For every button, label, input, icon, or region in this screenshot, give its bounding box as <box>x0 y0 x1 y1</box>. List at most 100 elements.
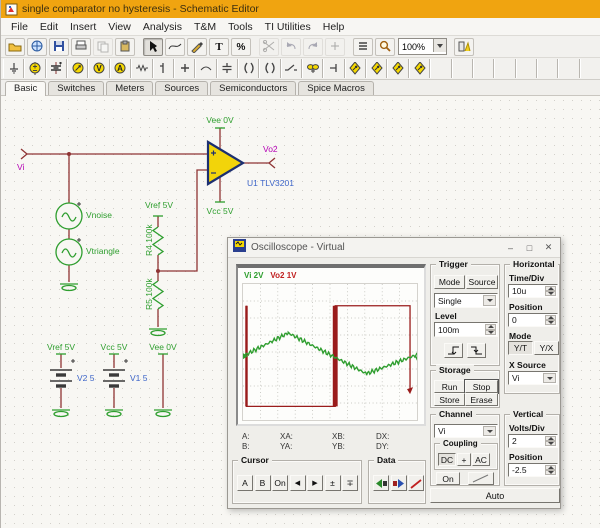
export-data-button[interactable] <box>391 475 407 491</box>
component-signal-meter-button[interactable] <box>409 59 430 78</box>
component-voltage-pin-meter-button[interactable] <box>345 59 366 78</box>
component-list-button[interactable] <box>353 38 373 56</box>
v-position-input[interactable]: -2.5 <box>508 463 558 477</box>
minimize-button[interactable]: – <box>503 241 518 255</box>
storage-stop-button[interactable]: Stop <box>465 380 498 393</box>
mode-yt-button[interactable]: Y/T <box>508 341 533 355</box>
trigger-mode-button[interactable]: Mode <box>434 275 465 289</box>
voltsdiv-input[interactable]: 2 <box>508 434 558 448</box>
trigger-mode-select[interactable]: Single <box>434 293 498 308</box>
readout-YB: YB: <box>332 442 345 451</box>
cursor-b-button[interactable]: B <box>255 475 271 491</box>
curve-button[interactable] <box>408 475 424 491</box>
tab-switches[interactable]: Switches <box>48 81 104 95</box>
menu-file[interactable]: File <box>5 20 34 34</box>
curve-icon <box>409 478 423 489</box>
menu-t-m[interactable]: T&M <box>188 20 222 34</box>
save-button[interactable] <box>49 38 69 56</box>
component-current-pin-meter-button[interactable] <box>366 59 387 78</box>
component-voltage-generator-button[interactable]: V <box>88 59 109 78</box>
storage-store-button[interactable]: Store <box>434 393 465 406</box>
component-current-generator-button[interactable]: A <box>110 59 131 78</box>
component-switch-button[interactable] <box>281 59 302 78</box>
channel-slope-button[interactable] <box>468 472 494 485</box>
zoom-tool-button[interactable] <box>375 38 395 56</box>
oscilloscope-titlebar[interactable]: Oscilloscope - Virtual – □ ✕ <box>228 238 560 258</box>
schematic-canvas[interactable]: Vi Vnoise Vtriangle Vref 5V R4 100k R5 1… <box>1 96 600 528</box>
cursor-a-button[interactable]: A <box>237 475 253 491</box>
component-node-button[interactable] <box>174 59 195 78</box>
menu-view[interactable]: View <box>102 20 137 34</box>
net-label-vee-bat: Vee 0V <box>142 342 184 352</box>
menu-tools[interactable]: Tools <box>222 20 259 34</box>
cursor-lock-button[interactable]: ∓ <box>342 475 358 491</box>
print-button[interactable] <box>71 38 91 56</box>
component-capacitor-button[interactable] <box>217 59 238 78</box>
trigger-level-input[interactable]: 100m <box>434 322 498 337</box>
meter-needle-icon <box>71 62 85 75</box>
cursor-prev-button[interactable]: ◀ <box>290 475 306 491</box>
coupling-ac-button[interactable]: AC <box>472 453 490 466</box>
tab-spice-macros[interactable]: Spice Macros <box>298 81 374 95</box>
component-current-source-button[interactable] <box>67 59 88 78</box>
tab-semiconductors[interactable]: Semiconductors <box>210 81 296 95</box>
zoom-dropdown-arrow[interactable] <box>433 39 446 52</box>
mode-yx-button[interactable]: Y/X <box>534 341 559 355</box>
maximize-button[interactable]: □ <box>522 241 537 255</box>
coupling-dc-button[interactable]: DC <box>438 453 456 466</box>
trigger-source-button[interactable]: Source <box>466 275 498 289</box>
v-position-label: Position <box>509 452 543 462</box>
trigger-falling-edge-button[interactable] <box>467 343 486 358</box>
menu-ti-utilities[interactable]: TI Utilities <box>259 20 317 34</box>
svg-text:A: A <box>118 64 124 73</box>
tab-sources[interactable]: Sources <box>155 81 208 95</box>
component-transformer-button[interactable] <box>238 59 259 78</box>
select-mode-button[interactable] <box>143 38 163 56</box>
channel-on-button[interactable]: On <box>436 472 460 485</box>
paste-button[interactable] <box>115 38 135 56</box>
close-button[interactable]: ✕ <box>541 241 556 255</box>
text-tool-button[interactable]: T <box>209 38 229 56</box>
component-inductor-button[interactable] <box>259 59 280 78</box>
xsource-select[interactable]: Vi <box>508 371 558 385</box>
wire-tool-button[interactable] <box>165 38 185 56</box>
component-voltage-source-button[interactable] <box>24 59 45 78</box>
coupling-gnd-button[interactable]: + <box>457 453 471 466</box>
h-position-input[interactable]: 0 <box>508 313 558 327</box>
timediv-input[interactable]: 10u <box>508 284 558 298</box>
component-terminal-button[interactable] <box>323 59 344 78</box>
open-button[interactable] <box>5 38 25 56</box>
storage-erase-button[interactable]: Erase <box>465 393 498 406</box>
tab-basic[interactable]: Basic <box>5 81 46 96</box>
draw-tool-button[interactable] <box>187 38 207 56</box>
menu-analysis[interactable]: Analysis <box>137 20 188 34</box>
menu-insert[interactable]: Insert <box>64 20 102 34</box>
zoom-level-select[interactable]: 100% <box>398 38 447 55</box>
web-library-button[interactable] <box>27 38 47 56</box>
trigger-rising-edge-button[interactable] <box>444 343 463 358</box>
rising-edge-icon <box>447 345 461 356</box>
interactive-mode-button[interactable] <box>454 38 474 56</box>
src-circle-icon <box>28 62 42 75</box>
component-probe-button[interactable] <box>153 59 174 78</box>
tab-meters[interactable]: Meters <box>106 81 153 95</box>
component-power-meter-button[interactable] <box>387 59 408 78</box>
storage-run-button[interactable]: Run <box>434 380 465 393</box>
cursor-next-button[interactable]: ▶ <box>307 475 323 491</box>
cursor-on-button[interactable]: On <box>272 475 288 491</box>
component-resistor-button[interactable] <box>131 59 152 78</box>
scope-display: Vi 2VVo2 1V <box>236 264 426 426</box>
component-relay-button[interactable] <box>302 59 323 78</box>
export-data-icon <box>392 478 406 489</box>
delete-tool-button[interactable]: % <box>231 38 251 56</box>
channel-select[interactable]: Vi <box>434 424 498 438</box>
component-ground-button[interactable] <box>3 59 24 78</box>
fetch-data-button[interactable] <box>373 475 389 491</box>
menu-help[interactable]: Help <box>317 20 351 34</box>
component-wire-arc-button[interactable] <box>195 59 216 78</box>
component-battery-button[interactable] <box>46 59 67 78</box>
redo-button <box>303 38 323 56</box>
auto-button[interactable]: Auto <box>430 488 560 503</box>
cursor-updown-button[interactable]: ± <box>325 475 341 491</box>
menu-edit[interactable]: Edit <box>34 20 64 34</box>
